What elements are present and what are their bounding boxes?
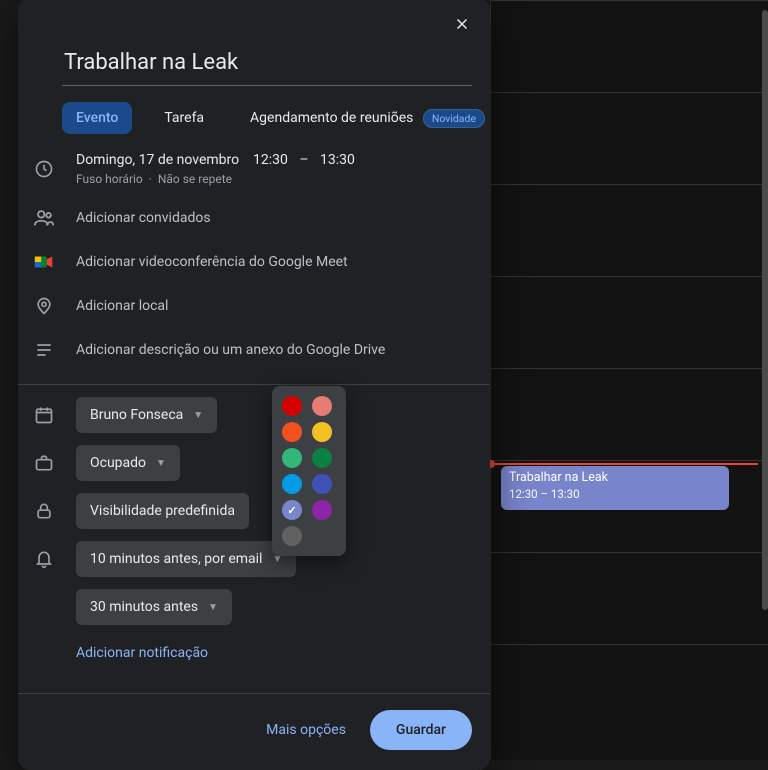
event-editor-modal: Evento Tarefa Agendamento de reuniões No… <box>18 0 490 770</box>
event-end-time: 13:30 <box>320 152 355 168</box>
visibility-select[interactable]: Visibilidade predefinida <box>76 493 249 529</box>
notification-2-label: 30 minutos antes <box>90 599 198 615</box>
color-swatch-tangerine[interactable] <box>282 422 302 442</box>
location-icon <box>32 294 56 318</box>
add-description-row[interactable]: Adicionar descrição ou um anexo do Googl… <box>18 328 490 372</box>
add-notification-link[interactable]: Adicionar notificação <box>76 637 208 669</box>
availability-label: Ocupado <box>90 455 146 471</box>
notification-1-select[interactable]: 10 minutos antes, por email ▼ <box>76 541 296 577</box>
briefcase-icon <box>32 451 56 475</box>
lock-icon <box>32 499 56 523</box>
chevron-down-icon: ▼ <box>208 602 218 613</box>
color-swatch-peacock[interactable] <box>282 474 302 494</box>
event-title-input[interactable] <box>62 44 472 86</box>
date-time-row[interactable]: Domingo, 17 de novembro 12:30 – 13:30 Fu… <box>18 142 490 196</box>
add-meet-label: Adicionar videoconferência do Google Mee… <box>76 254 474 270</box>
color-swatch-lavender[interactable] <box>282 500 302 520</box>
calendar-event-block[interactable]: Trabalhar na Leak 12:30 – 13:30 <box>501 466 729 510</box>
add-location-label: Adicionar local <box>76 298 474 314</box>
tab-event[interactable]: Evento <box>62 102 132 134</box>
timezone-link[interactable]: Fuso horário <box>76 172 143 186</box>
color-swatch-banana[interactable] <box>312 422 332 442</box>
event-block-time: 12:30 – 13:30 <box>509 487 721 501</box>
notification-2-select[interactable]: 30 minutos antes ▼ <box>76 589 232 625</box>
add-guests-row[interactable]: Adicionar convidados <box>18 196 490 240</box>
color-swatch-graphite[interactable] <box>282 526 302 546</box>
calendar-grid-background: Trabalhar na Leak 12:30 – 13:30 <box>490 0 768 760</box>
color-swatch-sage[interactable] <box>282 448 302 468</box>
add-guests-label: Adicionar convidados <box>76 210 474 226</box>
event-block-title: Trabalhar na Leak <box>509 470 721 485</box>
repeat-link[interactable]: Não se repete <box>158 172 232 186</box>
availability-select[interactable]: Ocupado ▼ <box>76 445 180 481</box>
event-date-label: Domingo, 17 de novembro <box>76 152 239 168</box>
description-icon <box>32 338 56 362</box>
tab-scheduling-label: Agendamento de reuniões <box>250 110 413 126</box>
save-button[interactable]: Guardar <box>370 710 472 750</box>
calendar-owner-label: Bruno Fonseca <box>90 407 183 423</box>
add-meet-row[interactable]: Adicionar videoconferência do Google Mee… <box>18 240 490 284</box>
google-meet-icon <box>32 250 56 274</box>
bell-icon <box>32 547 56 571</box>
close-icon <box>453 15 471 33</box>
add-location-row[interactable]: Adicionar local <box>18 284 490 328</box>
more-options-button[interactable]: Mais opções <box>260 712 352 748</box>
chevron-down-icon: ▼ <box>193 410 203 421</box>
scrollbar[interactable] <box>762 10 768 610</box>
color-swatch-grape[interactable] <box>312 500 332 520</box>
scheduling-new-badge: Novidade <box>423 109 485 128</box>
clock-icon <box>32 157 56 181</box>
color-swatch-flamingo[interactable] <box>312 396 332 416</box>
people-icon <box>32 206 56 230</box>
add-description-label: Adicionar descrição ou um anexo do Googl… <box>76 342 474 358</box>
color-swatch-blueberry[interactable] <box>312 474 332 494</box>
calendar-day-column[interactable]: Trabalhar na Leak 12:30 – 13:30 <box>490 0 768 760</box>
visibility-label: Visibilidade predefinida <box>90 503 235 519</box>
tab-task[interactable]: Tarefa <box>150 102 218 134</box>
event-type-tabs: Evento Tarefa Agendamento de reuniões No… <box>62 102 490 134</box>
calendar-owner-select[interactable]: Bruno Fonseca ▼ <box>76 397 217 433</box>
calendar-icon <box>32 403 56 427</box>
tab-scheduling[interactable]: Agendamento de reuniões Novidade <box>236 102 499 134</box>
close-button[interactable] <box>444 6 480 42</box>
color-swatch-tomato[interactable] <box>282 396 302 416</box>
color-picker-popover <box>272 386 346 556</box>
color-swatch-basil[interactable] <box>312 448 332 468</box>
section-divider <box>18 384 490 385</box>
event-start-time: 12:30 <box>253 152 288 168</box>
now-indicator-line <box>491 463 758 465</box>
chevron-down-icon: ▼ <box>156 458 166 469</box>
notification-1-label: 10 minutos antes, por email <box>90 551 262 567</box>
